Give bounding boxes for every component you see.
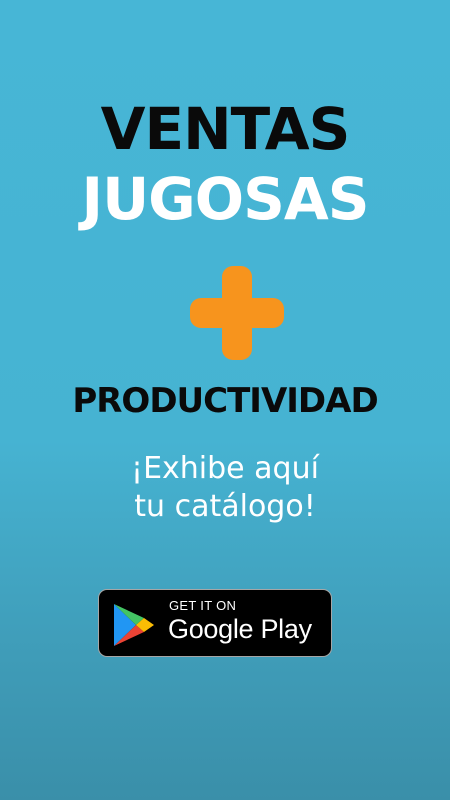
plus-icon — [188, 264, 286, 362]
subtitle: ¡Exhibe aquí tu catálogo! — [0, 450, 450, 526]
google-play-badge[interactable]: GET IT ON Google Play — [98, 589, 332, 657]
badge-small-text: GET IT ON — [169, 598, 237, 613]
subtitle-line-2: tu catálogo! — [134, 489, 316, 524]
headline-jugosas: JUGOSAS — [81, 165, 369, 233]
google-play-icon — [112, 602, 156, 648]
badge-big-text: Google Play — [168, 614, 312, 644]
headline-ventas: VENTAS — [100, 95, 351, 163]
subtitle-line-1: ¡Exhibe aquí — [131, 451, 319, 486]
headline-productividad: PRODUCTIVIDAD — [72, 381, 378, 421]
